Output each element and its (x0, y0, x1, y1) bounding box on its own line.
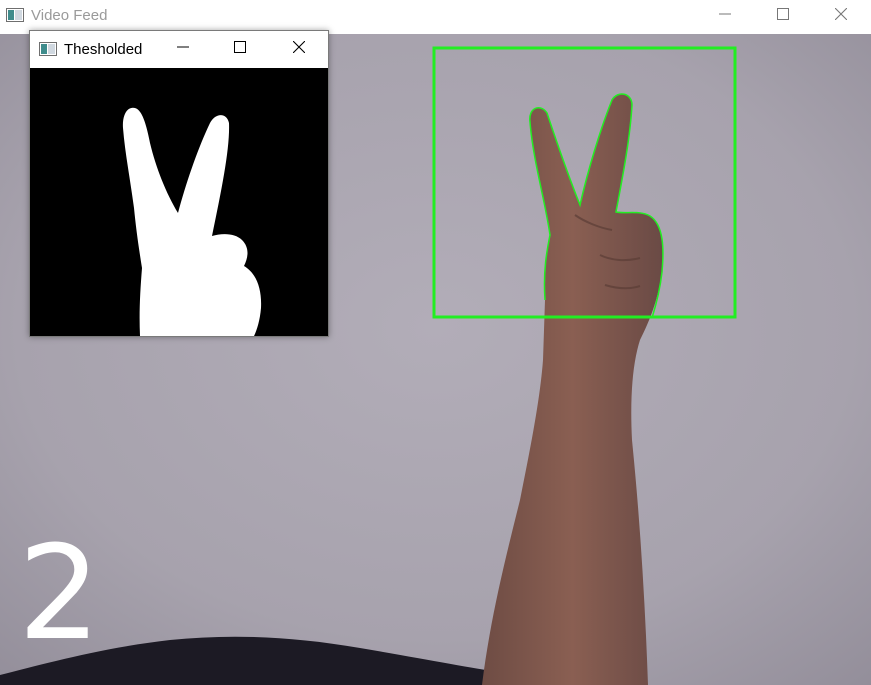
maximize-icon (234, 40, 246, 58)
thresholded-title-bar[interactable]: Thesholded (30, 31, 328, 68)
thresholded-window-title: Thesholded (64, 41, 143, 58)
thresholded-minimize-button[interactable] (160, 33, 206, 65)
minimize-button[interactable] (696, 0, 754, 32)
app-window-icon (39, 42, 57, 61)
thresholded-maximize-button[interactable] (217, 33, 263, 65)
title-bar[interactable]: Video Feed (0, 0, 871, 34)
app-window-icon (6, 8, 24, 27)
minimize-icon (719, 7, 731, 25)
maximize-button[interactable] (754, 0, 812, 32)
maximize-icon (777, 7, 789, 25)
window-title: Video Feed (31, 7, 108, 24)
thresholded-window[interactable]: Thesholded (29, 30, 329, 337)
minimize-icon (177, 40, 189, 58)
close-button[interactable] (812, 0, 870, 32)
thresholded-image (30, 68, 328, 336)
close-icon (834, 7, 848, 25)
finger-count: 2 (18, 517, 101, 669)
close-icon (292, 40, 306, 58)
video-feed-window: Video Feed 2 Thesholded (0, 0, 871, 685)
thresholded-close-button[interactable] (276, 33, 322, 65)
